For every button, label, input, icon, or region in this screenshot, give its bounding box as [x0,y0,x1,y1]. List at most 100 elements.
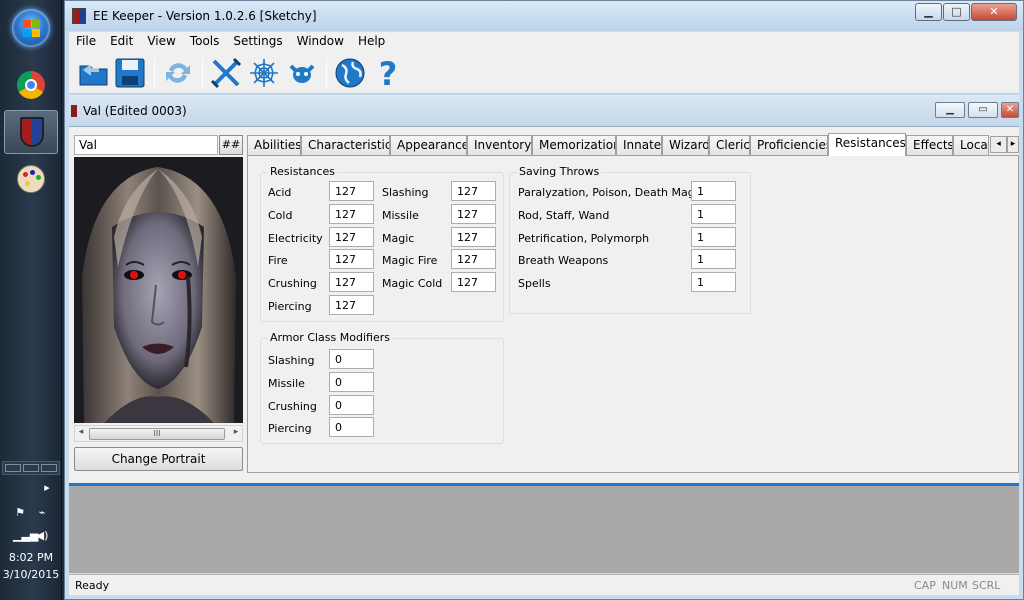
tab-proficiencies[interactable]: Proficiencies [750,135,828,155]
res-label-magic-fire: Magic Fire [382,254,438,267]
res-input-magic-fire[interactable]: 127 [451,249,496,269]
res-input-electricity[interactable]: 127 [329,227,374,247]
tab-cleric[interactable]: Cleric [709,135,750,155]
res-input-magic-cold[interactable]: 127 [451,272,496,292]
tab-strip: Abilities Characteristics Appearance Inv… [247,133,1019,156]
character-name-input[interactable] [74,135,218,155]
help-question-icon[interactable]: ? [371,56,405,90]
volume-icon[interactable]: ◀) [35,529,49,543]
ac-input-piercing[interactable]: 0 [329,417,374,437]
title-bar[interactable]: EE Keeper - Version 1.0.2.6 [Sketchy] ▁ … [65,1,1023,31]
hash-button[interactable]: ## [219,135,243,155]
globe-icon[interactable] [333,56,367,90]
child-window-title: Val (Edited 0003) [83,104,187,118]
tab-memorization[interactable]: Memorization [532,135,616,155]
child-title-bar[interactable]: Val (Edited 0003) ▁ ▭ ✕ [69,95,1019,127]
menu-file[interactable]: File [69,32,103,52]
tab-abilities[interactable]: Abilities [247,135,301,155]
resistances-group: Resistances Acid 127 Cold 127 Electricit… [260,165,504,322]
save-input-breath-weapons[interactable]: 1 [691,249,736,269]
power-icon[interactable]: ⌁ [35,506,49,520]
menu-settings[interactable]: Settings [226,32,289,52]
save-input-spells[interactable]: 1 [691,272,736,292]
taskbar-ee-keeper-button[interactable] [4,110,58,154]
child-close-button[interactable]: ✕ [1001,102,1019,118]
start-button[interactable] [12,9,50,47]
menu-help[interactable]: Help [351,32,392,52]
res-input-fire[interactable]: 127 [329,249,374,269]
minimize-button[interactable]: ▁ [915,3,942,21]
tab-effects[interactable]: Effects [906,135,953,155]
res-label-missile: Missile [382,209,419,222]
save-input-rod-staff-wand[interactable]: 1 [691,204,736,224]
tab-inventory[interactable]: Inventory [467,135,532,155]
menu-view[interactable]: View [140,32,182,52]
mdi-workspace: Val (Edited 0003) ▁ ▭ ✕ ## [69,95,1019,573]
res-input-slashing[interactable]: 127 [451,181,496,201]
paint-palette-icon [17,165,45,193]
save-input-petrification[interactable]: 1 [691,227,736,247]
child-restore-button[interactable]: ▭ [968,102,998,118]
res-input-missile[interactable]: 127 [451,204,496,224]
res-label-magic-cold: Magic Cold [382,277,443,290]
taskbar-scroll[interactable] [2,461,60,475]
save-disk-icon[interactable] [113,56,147,90]
windows-logo-quadrant [23,29,31,37]
res-label-slashing: Slashing [382,186,429,199]
tab-innate[interactable]: Innate [616,135,662,155]
tab-characteristics[interactable]: Characteristics [301,135,390,155]
resistances-group-title: Resistances [268,165,338,178]
save-label-paralyzation: Paralyzation, Poison, Death Magic [518,186,704,199]
crossed-swords-icon[interactable] [209,56,243,90]
clock-date[interactable]: 3/10/2015 [0,568,62,581]
character-portrait[interactable] [74,157,243,423]
res-input-crushing[interactable]: 127 [329,272,374,292]
save-input-paralyzation[interactable]: 1 [691,181,736,201]
resistances-panel: Resistances Acid 127 Cold 127 Electricit… [247,155,1019,473]
taskbar-paint-button[interactable] [4,157,58,201]
show-hidden-icons-icon[interactable]: ▸ [40,481,54,495]
action-center-icon[interactable]: ⚑ [13,506,27,520]
child-minimize-button[interactable]: ▁ [935,102,965,118]
spider-web-icon[interactable] [247,56,281,90]
open-folder-icon[interactable] [77,56,111,90]
refresh-icon[interactable] [161,56,195,90]
res-input-magic[interactable]: 127 [451,227,496,247]
maximize-button[interactable]: □ [943,3,970,21]
portrait-scrollbar[interactable]: ◂ III ▸ [74,425,243,442]
tab-scroll-right-icon[interactable]: ▸ [1007,136,1019,153]
menu-window[interactable]: Window [290,32,351,52]
change-portrait-button[interactable]: Change Portrait [74,447,243,471]
tab-local[interactable]: Local [953,135,989,155]
scroll-left-arrow-icon[interactable] [5,464,21,472]
ac-input-slashing[interactable]: 0 [329,349,374,369]
scroll-left-arrow-icon[interactable]: ◂ [75,427,87,437]
character-window: Val (Edited 0003) ▁ ▭ ✕ ## [69,95,1019,483]
scroll-right-arrow-icon[interactable]: ▸ [230,427,242,437]
creature-head-icon[interactable] [285,56,319,90]
svg-text:?: ? [379,56,398,90]
menu-tools[interactable]: Tools [183,32,227,52]
tab-resistances[interactable]: Resistances [828,133,906,156]
toolbar-separator [202,58,203,88]
close-button[interactable]: ✕ [971,3,1017,21]
scroll-right-arrow-icon[interactable] [41,464,57,472]
network-signal-icon[interactable]: ▁▃▅ [13,529,38,543]
app-window: EE Keeper - Version 1.0.2.6 [Sketchy] ▁ … [64,0,1024,600]
tab-scroll-left-icon[interactable]: ◂ [990,136,1007,153]
ac-label-crushing: Crushing [268,400,317,413]
scroll-thumb[interactable] [23,464,39,472]
taskbar-chrome-button[interactable] [4,63,58,107]
chrome-icon [17,71,45,99]
res-input-cold[interactable]: 127 [329,204,374,224]
menu-edit[interactable]: Edit [103,32,140,52]
ac-input-missile[interactable]: 0 [329,372,374,392]
scroll-thumb[interactable]: III [89,428,225,440]
tab-appearance[interactable]: Appearance [390,135,467,155]
res-input-piercing[interactable]: 127 [329,295,374,315]
tab-wizard[interactable]: Wizard [662,135,709,155]
ac-input-crushing[interactable]: 0 [329,395,374,415]
clock-time[interactable]: 8:02 PM [0,551,62,564]
res-input-acid[interactable]: 127 [329,181,374,201]
ac-label-slashing: Slashing [268,354,315,367]
